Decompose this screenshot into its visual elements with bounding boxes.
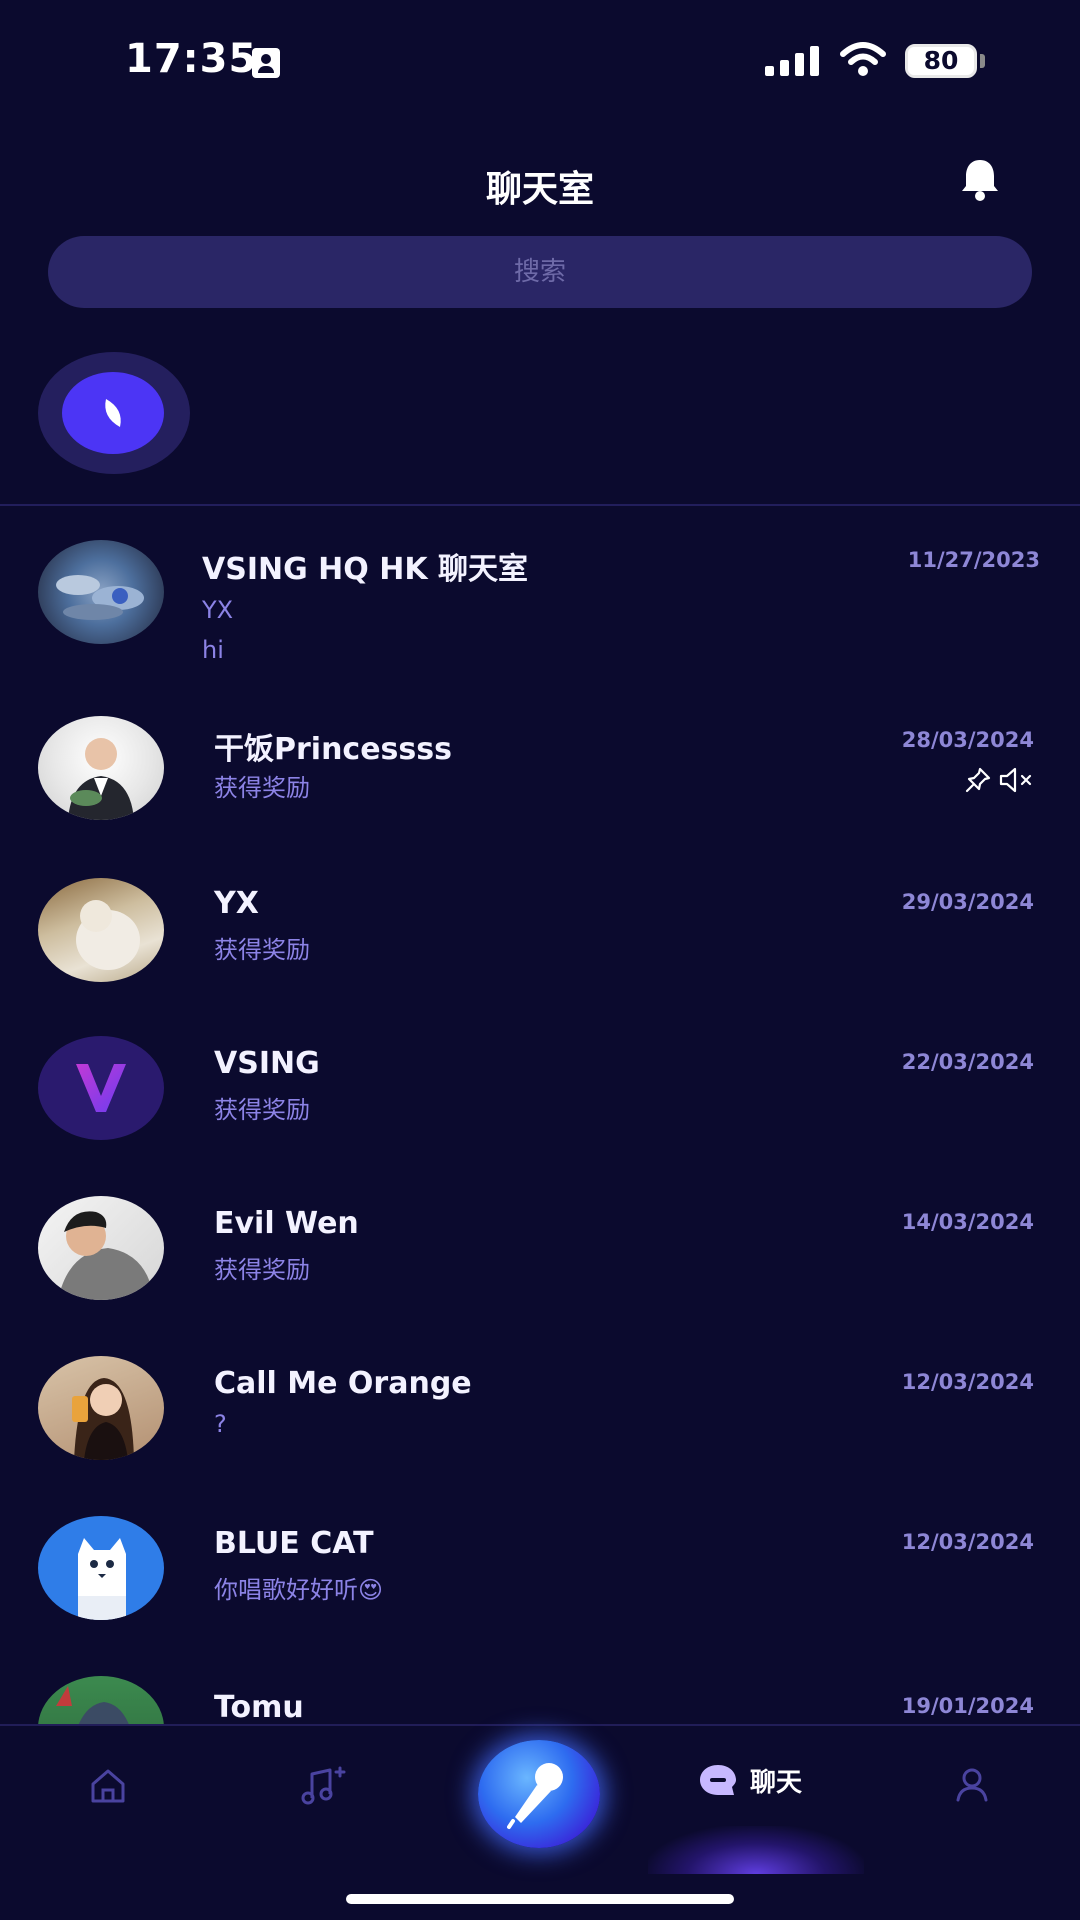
mute-icon <box>999 767 1032 793</box>
leaf-icon <box>105 399 121 427</box>
tab-chat[interactable]: 聊天 <box>698 1762 802 1799</box>
chat-row[interactable]: BLUE CAT 你唱歌好好听😍 12/03/2024 <box>0 1510 1080 1670</box>
signal-icon <box>765 46 819 76</box>
avatar-image <box>72 1378 134 1460</box>
chat-name: BLUE CAT <box>214 1526 374 1561</box>
chat-avatar <box>38 1516 164 1620</box>
chat-sender: YX <box>202 596 234 624</box>
chat-name: Evil Wen <box>214 1206 359 1241</box>
chat-preview: 你唱歌好好听😍 <box>214 1576 384 1604</box>
chat-name: VSING <box>214 1046 320 1081</box>
home-indicator <box>346 1894 734 1904</box>
chat-row[interactable]: Call Me Orange ? 12/03/2024 <box>0 1350 1080 1510</box>
pin-icon <box>965 767 991 793</box>
tab-chat-label: 聊天 <box>750 1768 803 1798</box>
chat-row[interactable]: Tomu 19/01/2024 <box>0 1670 1080 1725</box>
chat-preview: 获得奖励 <box>214 1096 310 1124</box>
status-bar: 17:35 80 <box>0 0 1080 120</box>
chat-date: 14/03/2024 <box>901 1210 1034 1234</box>
avatar-image <box>58 1211 154 1300</box>
chat-avatar <box>38 1196 164 1300</box>
chat-avatar <box>38 1676 164 1725</box>
active-tab-glow <box>648 1826 864 1874</box>
chat-date: 12/03/2024 <box>901 1530 1034 1554</box>
divider <box>0 504 1080 506</box>
chat-name: 干饭Princessss <box>214 732 452 767</box>
battery-indicator: 80 <box>905 44 977 78</box>
chat-row[interactable]: VSING HQ HK 聊天室 YX hi 11/27/2023 <box>0 530 1080 710</box>
chat-status-icons <box>964 766 1036 794</box>
vsing-logo-icon <box>76 1064 126 1112</box>
chat-preview: 获得奖励 <box>214 774 310 802</box>
avatar-image <box>56 575 144 620</box>
chat-preview: ? <box>214 1410 227 1438</box>
search-input[interactable] <box>48 257 1032 287</box>
wifi-icon <box>840 42 886 76</box>
chat-preview: 获得奖励 <box>214 936 310 964</box>
avatar-image <box>76 900 140 970</box>
sing-mic-button[interactable] <box>478 1740 600 1848</box>
tab-music[interactable] <box>300 1764 346 1808</box>
tab-profile[interactable] <box>954 1766 990 1802</box>
chat-row[interactable]: 干饭Princessss 获得奖励 28/03/2024 <box>0 710 1080 870</box>
user-icon <box>956 1768 988 1802</box>
chat-row[interactable]: Evil Wen 获得奖励 14/03/2024 <box>0 1190 1080 1350</box>
chat-row[interactable]: VSING 获得奖励 22/03/2024 <box>0 1030 1080 1190</box>
search-bar[interactable] <box>48 236 1032 308</box>
chat-date: 12/03/2024 <box>901 1370 1034 1394</box>
avatar-image <box>56 1686 130 1725</box>
create-room-button[interactable] <box>62 372 164 454</box>
page-title: 聊天室 <box>485 169 594 210</box>
cat-avatar-icon <box>78 1538 126 1620</box>
chat-avatar <box>38 716 164 820</box>
music-note-icon <box>301 1766 346 1805</box>
microphone-icon <box>507 1763 563 1829</box>
chat-date: 11/27/2023 <box>907 548 1040 572</box>
chat-avatar <box>38 1036 164 1140</box>
chat-name: YX <box>214 886 259 921</box>
chat-row[interactable]: YX 获得奖励 29/03/2024 <box>0 870 1080 1030</box>
notification-bell-icon[interactable] <box>958 156 1002 202</box>
contact-card-icon <box>252 48 280 78</box>
chat-avatar <box>38 878 164 982</box>
chat-list: VSING HQ HK 聊天室 YX hi 11/27/2023 干饭Princ… <box>0 530 1080 1725</box>
chat-date: 22/03/2024 <box>901 1050 1034 1074</box>
chat-preview: 获得奖励 <box>214 1256 310 1284</box>
chat-name: Tomu <box>214 1690 304 1725</box>
chat-bubble-icon <box>700 1764 736 1795</box>
chat-avatar <box>38 540 164 644</box>
chat-date: 28/03/2024 <box>901 728 1034 752</box>
status-time: 17:35 <box>125 36 258 82</box>
battery-percent: 80 <box>923 46 959 75</box>
home-icon <box>91 1769 125 1803</box>
battery-cap <box>980 54 985 68</box>
chat-name: Call Me Orange <box>214 1366 472 1401</box>
chat-name: VSING HQ HK 聊天室 <box>202 552 529 587</box>
chat-date: 19/01/2024 <box>901 1694 1034 1718</box>
tab-home[interactable] <box>88 1766 128 1806</box>
avatar-image <box>68 738 134 820</box>
chat-avatar <box>38 1356 164 1460</box>
chat-date: 29/03/2024 <box>901 890 1034 914</box>
bottom-tab-bar: 聊天 <box>0 1724 1080 1920</box>
chat-preview: hi <box>202 636 224 664</box>
